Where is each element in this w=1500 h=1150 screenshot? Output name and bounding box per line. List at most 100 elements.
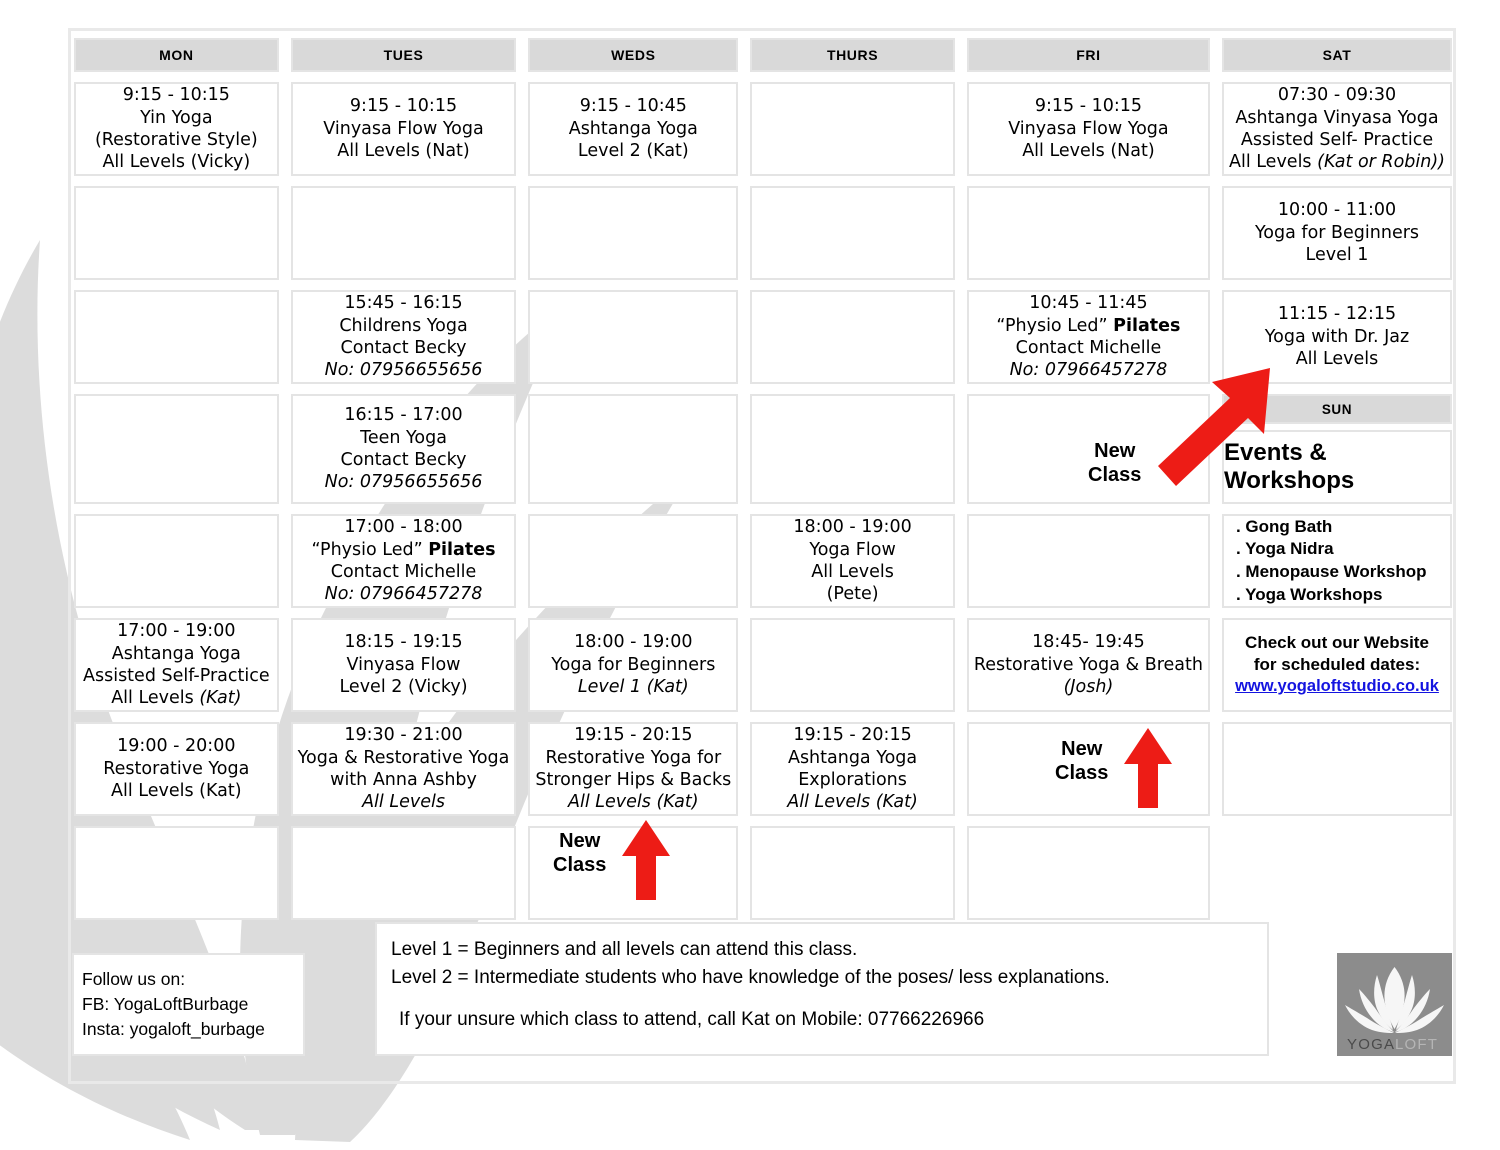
class-line: 16:15 - 17:00 (344, 405, 463, 426)
class-cell[interactable]: 18:45- 19:45 Restorative Yoga & Breath (Jo… (966, 618, 1210, 712)
class-line: Ashtanga Yoga (787, 747, 918, 768)
day-column-mon: MON 9:15 - 10:15 Yin Yoga (Restorative Styl… (74, 38, 279, 930)
class-line: All Levels (Kat or Robin)) (1228, 152, 1445, 173)
class-cell[interactable]: 19:15 - 20:15 Ashtanga Yoga Explorations Al… (750, 722, 955, 816)
class-line: Ashtanga Yoga (568, 118, 698, 139)
class-line: (Restorative Style) (94, 130, 258, 150)
class-cell[interactable]: 17:00 - 18:00 “Physio Led” Pilates Contact… (290, 514, 517, 608)
class-line: All Levels (362, 792, 445, 813)
class-cell[interactable]: 10:00 - 11:00 Yoga for Beginners Level 1 (1221, 186, 1452, 280)
new-class-arrow-diagonal (1158, 368, 1270, 486)
class-line: Restorative Yoga for (545, 747, 722, 768)
class-line: All Levels (1295, 349, 1379, 370)
new-class-line-2: Class (1055, 761, 1109, 784)
empty-cell (1221, 722, 1452, 816)
class-line: Vinyasa Flow Yoga (1008, 118, 1169, 139)
class-line: All Levels (Kat) (568, 792, 699, 813)
class-cell[interactable]: 9:15 - 10:15 Vinyasa Flow Yoga All Levels … (966, 82, 1210, 176)
class-line: All Levels (Kat) (787, 792, 918, 813)
class-cell[interactable]: 07:30 - 09:30 Ashtanga Vinyasa Yoga Assist… (1221, 82, 1452, 176)
event-list-item: . Yoga Workshops (1235, 584, 1383, 604)
class-line: Yin Yoga (140, 107, 213, 128)
event-list-item: . Menopause Workshop (1235, 562, 1427, 581)
class-line: Yoga & Restorative Yoga (297, 747, 510, 768)
day-header-tues: TUES (290, 38, 517, 72)
new-class-label-wednesday: New Class (553, 830, 606, 877)
class-cell[interactable]: 19:30 - 21:00 Yoga & Restorative Yoga with… (290, 722, 517, 816)
empty-cell (290, 186, 517, 280)
class-line: 18:45- 19:45 (1032, 632, 1145, 653)
class-line: Explorations (798, 770, 907, 790)
website-callout-line-1: Check out our Website (1245, 633, 1429, 653)
class-line: 19:30 - 21:00 (344, 725, 463, 746)
class-cell[interactable]: 19:15 - 20:15 Restorative Yoga for Stronge… (528, 722, 739, 816)
class-line: Yoga for Beginners (551, 654, 716, 675)
class-line: Contact Becky (340, 338, 467, 358)
class-line: All Levels (Nat) (337, 141, 470, 162)
class-cell[interactable]: 18:00 - 19:00 Yoga for Beginners Level 1 (… (528, 618, 739, 712)
class-line: 15:45 - 16:15 (344, 293, 463, 314)
class-line: All Levels (Kat) (111, 781, 242, 802)
class-line: Contact Becky (340, 450, 467, 470)
class-line: Restorative Yoga & Breath (973, 654, 1203, 675)
class-cell[interactable]: 9:15 - 10:15 Yin Yoga (Restorative Style) A… (74, 82, 279, 176)
svg-text:LOFT: LOFT (1395, 1036, 1438, 1053)
day-header-sat: SAT (1221, 38, 1452, 72)
empty-cell (750, 618, 955, 712)
empty-cell (750, 394, 955, 504)
event-list-item: . Yoga Nidra (1235, 539, 1334, 559)
class-line: Vinyasa Flow (346, 654, 461, 675)
class-line: Childrens Yoga (339, 315, 468, 336)
class-line: 11:15 - 12:15 (1277, 304, 1397, 325)
class-cell[interactable]: 9:15 - 10:45 Ashtanga Yoga Level 2 (Kat) (528, 82, 739, 176)
empty-cell (528, 514, 739, 608)
class-cell[interactable]: 18:15 - 19:15 Vinyasa Flow Level 2 (Vicky) (290, 618, 517, 712)
website-url-link[interactable]: www.yogaloftstudio.co.uk (1235, 676, 1439, 697)
new-class-label-friday-restorative: New Class (1055, 738, 1108, 785)
empty-cell (750, 826, 955, 920)
empty-cell (750, 290, 955, 384)
class-cell[interactable]: 16:15 - 17:00 Teen Yoga Contact Becky No: 0… (290, 394, 517, 504)
class-line: Contact Michelle (330, 562, 477, 582)
class-line: No: 07966457278 (324, 584, 483, 605)
class-line: Contact Michelle (1015, 338, 1162, 358)
class-cell[interactable]: 19:00 - 20:00 Restorative Yoga All Levels … (74, 722, 279, 816)
new-class-line-2: Class (1088, 463, 1142, 486)
facebook-handle: FB: YogaLoftBurbage (82, 993, 249, 1014)
website-callout: Check out our Website for scheduled dates… (1221, 618, 1452, 712)
empty-cell (528, 290, 739, 384)
class-line: No: 07956655656 (324, 360, 483, 381)
class-line: Teen Yoga (360, 427, 447, 448)
class-line: 9:15 - 10:45 (579, 96, 687, 117)
contact-note: If your unsure which class to attend, ca… (399, 1008, 985, 1030)
class-line: No: 07956655656 (324, 472, 483, 493)
class-cell[interactable]: 15:45 - 16:15 Childrens Yoga Contact Becky… (290, 290, 517, 384)
empty-cell (74, 186, 279, 280)
empty-cell (74, 826, 279, 920)
class-line-emphasis: (Kat or Robin)) (1317, 152, 1445, 173)
class-line: 17:00 - 19:00 (117, 621, 236, 642)
class-line: Stronger Hips & Backs (535, 770, 732, 790)
class-line: 07:30 - 09:30 (1277, 85, 1397, 106)
class-line: Level 1 (1305, 245, 1369, 266)
new-class-line-1: New (1061, 738, 1103, 760)
class-line: All Levels (811, 562, 894, 582)
instagram-handle: Insta: yogaloft_burbage (82, 1018, 265, 1039)
class-line: (Pete) (826, 584, 879, 605)
class-line: All Levels (Kat) (111, 688, 242, 709)
class-cell[interactable]: 18:00 - 19:00 Yoga Flow All Levels (Pete) (750, 514, 955, 608)
class-line: “Physio Led” Pilates (996, 315, 1181, 336)
day-header-weds: WEDS (528, 38, 739, 72)
day-column-tues: TUES 9:15 - 10:15 Vinyasa Flow Yoga All Lev… (290, 38, 517, 930)
level-notes-box: Level 1 = Beginners and all levels can a… (375, 922, 1269, 1056)
class-cell[interactable]: 9:15 - 10:15 Vinyasa Flow Yoga All Levels … (290, 82, 517, 176)
class-line: 18:00 - 19:00 (574, 632, 693, 653)
class-line: (Josh) (1063, 677, 1114, 698)
class-line: Assisted Self- Practice (1240, 130, 1434, 150)
class-cell[interactable]: 17:00 - 19:00 Ashtanga Yoga Assisted Self-… (74, 618, 279, 712)
class-line: Ashtanga Yoga (111, 643, 241, 664)
class-line: All Levels (Nat) (1022, 141, 1155, 162)
class-line: 19:15 - 20:15 (574, 725, 693, 746)
class-line-part: (Kat) (199, 688, 242, 709)
day-header-mon: MON (74, 38, 279, 72)
